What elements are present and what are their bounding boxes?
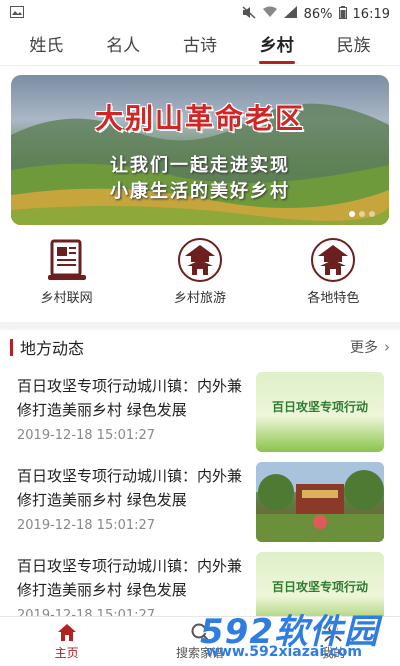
section-divider xyxy=(0,322,400,330)
news-item[interactable]: 百日攻坚专项行动城川镇：内外兼修打造美丽乡村 绿色发展 2019-12-18 1… xyxy=(0,366,400,456)
bottom-navigation: 主页 搜索家谱 我的 xyxy=(0,616,400,666)
thumbnail-caption: 百日攻坚专项行动 xyxy=(271,580,368,594)
entry-label: 乡村联网 xyxy=(40,291,93,306)
nav-label: 搜索家谱 xyxy=(175,646,224,660)
user-icon xyxy=(324,623,343,642)
entry-village-network[interactable]: 乡村联网 xyxy=(0,238,133,318)
nav-label: 我的 xyxy=(321,646,346,660)
signal-icon xyxy=(283,6,298,22)
nav-search-genealogy[interactable]: 搜索家谱 xyxy=(133,617,266,666)
news-title: 百日攻坚专项行动城川镇：内外兼修打造美丽乡村 绿色发展 xyxy=(17,467,243,509)
quick-entries: 乡村联网 乡村旅游 各地特色 xyxy=(0,238,400,318)
news-thumbnail: 百日攻坚专项行动 xyxy=(256,372,384,452)
carousel-dots xyxy=(349,211,375,217)
battery-icon xyxy=(338,5,347,23)
section-accent-bar xyxy=(10,338,13,356)
pagoda-icon xyxy=(177,238,222,282)
category-tabs: 姓氏 名人 古诗 乡村 民族 xyxy=(0,28,400,66)
news-title: 百日攻坚专项行动城川镇：内外兼修打造美丽乡村 绿色发展 xyxy=(17,557,243,599)
news-date: 2019-12-18 15:01:27 xyxy=(17,428,156,443)
gallery-icon xyxy=(10,6,24,22)
tab-poems[interactable]: 古诗 xyxy=(162,28,239,66)
tab-villages[interactable]: 乡村 xyxy=(238,28,315,66)
wifi-icon xyxy=(262,6,278,22)
news-title: 百日攻坚专项行动城川镇：内外兼修打造美丽乡村 绿色发展 xyxy=(17,377,243,419)
entry-village-tourism[interactable]: 乡村旅游 xyxy=(133,238,266,318)
nav-label: 主页 xyxy=(54,645,79,660)
tab-surnames[interactable]: 姓氏 xyxy=(8,28,85,66)
nav-profile[interactable]: 我的 xyxy=(267,617,400,666)
home-icon xyxy=(57,623,76,641)
more-link[interactable]: 更多 › xyxy=(350,337,390,357)
chevron-right-icon: › xyxy=(384,338,390,356)
tab-ethnic-groups[interactable]: 民族 xyxy=(315,28,392,66)
news-date: 2019-12-18 15:01:27 xyxy=(17,518,156,533)
banner-subtitle-line1: 让我们一起走进实现 xyxy=(110,155,290,176)
carousel-dot[interactable] xyxy=(359,211,365,217)
banner-subtitle-line2: 小康生活的美好乡村 xyxy=(110,181,290,202)
nav-home[interactable]: 主页 xyxy=(0,617,133,666)
battery-level: 86% xyxy=(303,6,333,22)
entry-label: 乡村旅游 xyxy=(173,291,226,306)
news-thumbnail xyxy=(256,462,384,542)
newspaper-icon xyxy=(47,239,86,280)
search-icon xyxy=(191,623,209,641)
clock: 16:19 xyxy=(352,6,390,22)
carousel-dot[interactable] xyxy=(349,211,355,217)
status-bar: 86% 16:19 xyxy=(0,0,400,28)
news-item[interactable]: 百日攻坚专项行动城川镇：内外兼修打造美丽乡村 绿色发展 2019-12-18 1… xyxy=(0,456,400,546)
tab-celebrities[interactable]: 名人 xyxy=(85,28,162,66)
mute-icon xyxy=(242,5,256,23)
app-screen: 86% 16:19 姓氏 名人 古诗 乡村 民族 大别山革命老区 让我们一起走进… xyxy=(0,0,400,666)
local-news-header: 地方动态 更多 › xyxy=(0,333,400,361)
pagoda-icon xyxy=(311,238,356,282)
section-title: 地方动态 xyxy=(20,339,85,358)
carousel-dot[interactable] xyxy=(369,211,375,217)
entry-local-specialties[interactable]: 各地特色 xyxy=(267,238,400,318)
banner-title: 大别山革命老区 xyxy=(94,102,305,135)
village-gate-image xyxy=(256,462,384,542)
thumbnail-caption: 百日攻坚专项行动 xyxy=(271,400,368,414)
more-label: 更多 xyxy=(350,340,378,356)
banner-carousel[interactable]: 大别山革命老区 让我们一起走进实现 小康生活的美好乡村 xyxy=(11,75,389,225)
entry-label: 各地特色 xyxy=(307,291,360,306)
